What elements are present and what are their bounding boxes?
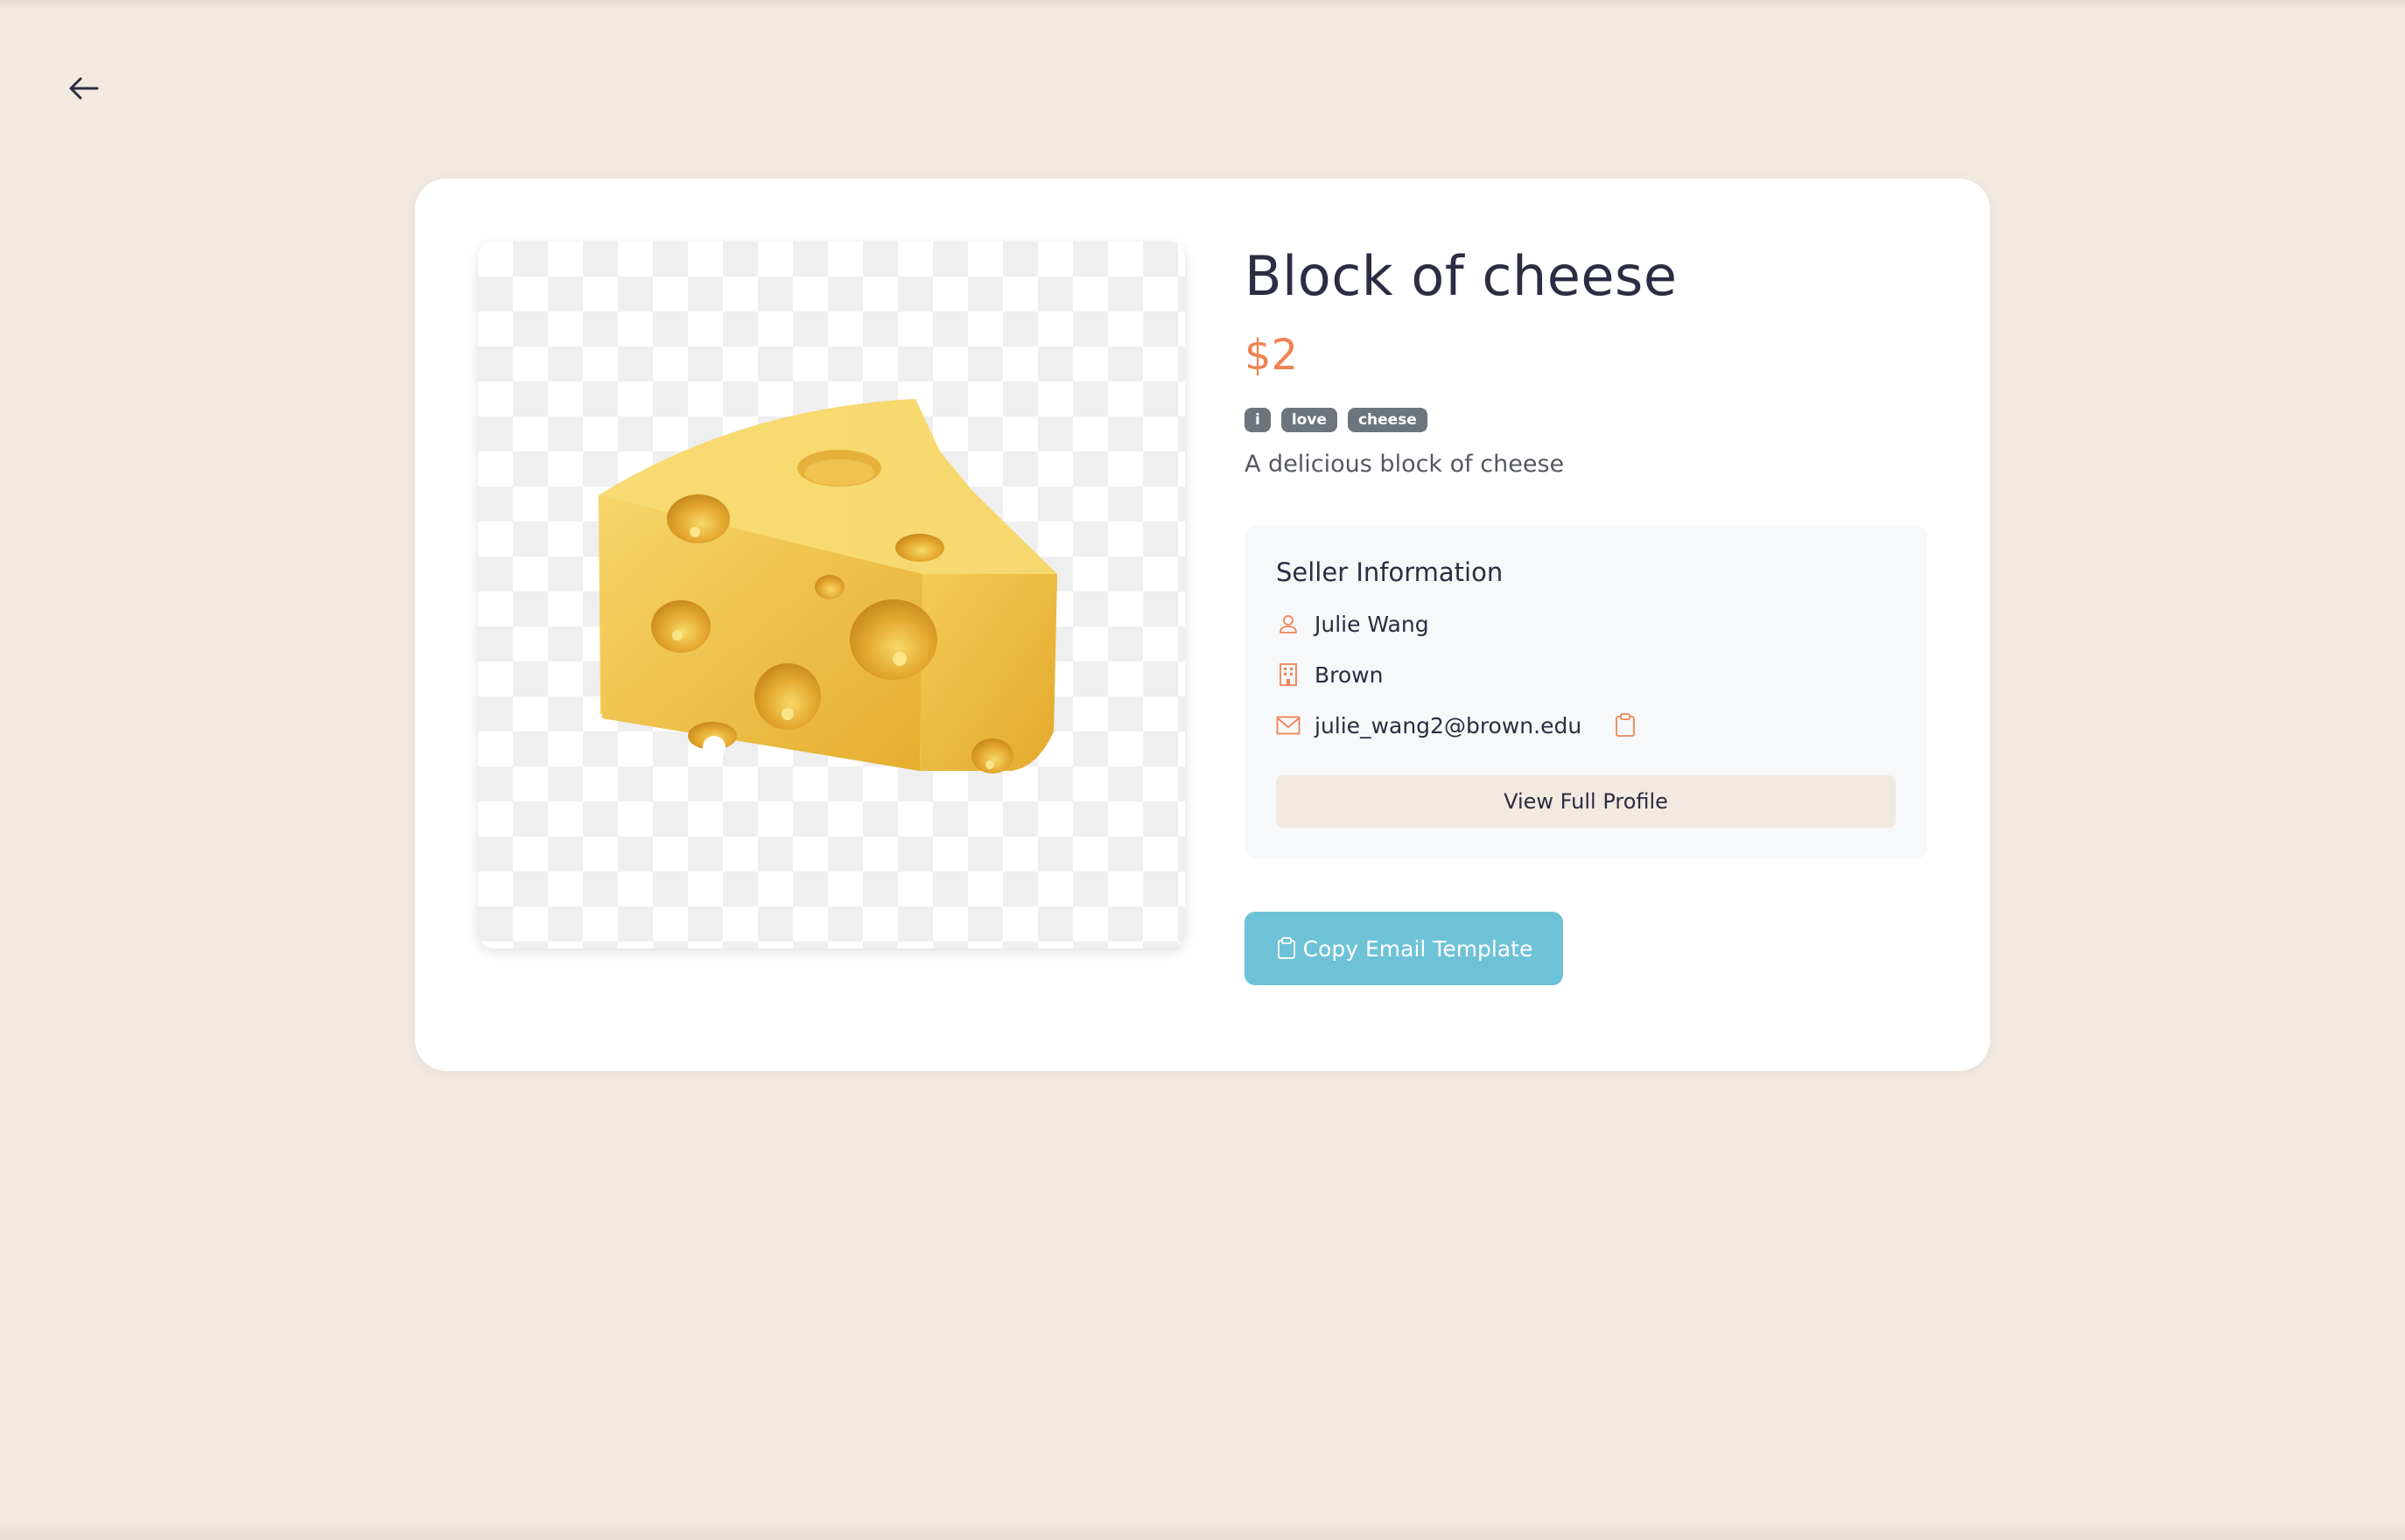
listing-card: Block of cheese $2 i love cheese A delic… [415,178,1990,1071]
view-full-profile-button[interactable]: View Full Profile [1276,775,1896,828]
copy-email-button[interactable] [1611,711,1639,739]
listing-price: $2 [1245,331,1299,380]
arrow-left-icon [69,77,99,100]
envelope-icon [1276,713,1301,738]
copy-email-template-button[interactable]: Copy Email Template [1245,912,1563,985]
seller-email-row: julie_wang2@brown.edu [1276,709,1896,742]
back-button[interactable] [61,70,107,107]
seller-school-row: Brown [1276,658,1896,691]
listing-description: A delicious block of cheese [1245,451,1565,478]
seller-info-panel: Seller Information Julie Wang Brown juli… [1245,525,1927,859]
seller-name-row: Julie Wang [1276,607,1896,640]
tag-badge: love [1280,408,1337,432]
tag-list: i love cheese [1245,408,1927,432]
seller-email: julie_wang2@brown.edu [1315,712,1582,738]
seller-name: Julie Wang [1315,611,1429,637]
building-icon [1276,662,1301,687]
listing-title: Block of cheese [1245,244,1678,308]
copy-email-template-label: Copy Email Template [1302,935,1533,962]
clipboard-icon [1616,713,1636,737]
clipboard-icon [1275,937,1298,960]
bottom-shadow [0,1521,2405,1540]
user-icon [1276,612,1301,636]
seller-info-heading: Seller Information [1276,557,1504,587]
tag-badge: i [1245,408,1271,432]
seller-school: Brown [1315,662,1384,688]
listing-image [478,242,1185,948]
listing-info: Block of cheese $2 i love cheese A delic… [1245,242,1927,985]
tag-badge: cheese [1347,408,1427,432]
top-shadow [0,0,2405,9]
cheese-wedge-image [599,399,1057,774]
